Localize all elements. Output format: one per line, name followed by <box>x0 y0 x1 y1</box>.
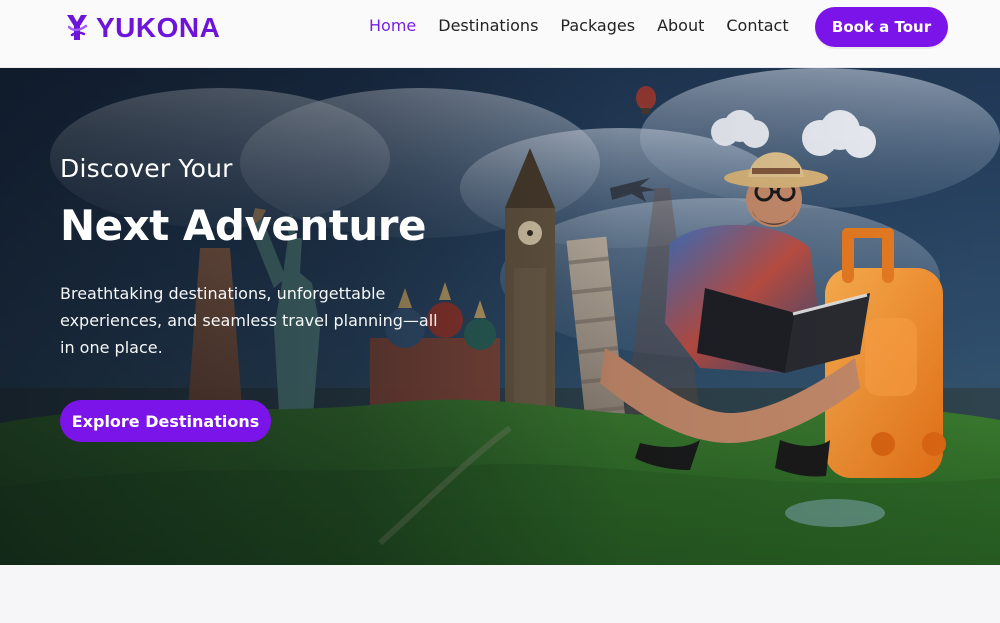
hero-subtitle: Discover Your <box>60 154 233 183</box>
nav-item-contact[interactable]: Contact <box>726 16 788 36</box>
hero-description: Breathtaking destinations, unforgettable… <box>60 284 438 357</box>
nav-item-about[interactable]: About <box>657 16 704 36</box>
nav-item-home[interactable]: Home <box>369 16 416 36</box>
hero-title: Next Adventure <box>60 201 426 250</box>
brand-name: YUKONA <box>96 12 221 43</box>
hero-section: Discover Your Next Adventure Breathtakin… <box>0 68 1000 565</box>
book-tour-button[interactable]: Book a Tour <box>815 7 948 47</box>
main-nav: Home Destinations Packages About Contact <box>369 16 789 36</box>
brand-logo[interactable]: YUKONA <box>64 10 220 46</box>
nav-item-destinations[interactable]: Destinations <box>438 16 538 36</box>
yukona-logo-icon <box>67 15 88 40</box>
explore-destinations-button[interactable]: Explore Destinations <box>60 400 271 442</box>
hero-content: Discover Your Next Adventure Breathtakin… <box>60 154 480 361</box>
site-header: YUKONA Home Destinations Packages About … <box>0 0 1000 68</box>
below-hero-section <box>0 565 1000 623</box>
nav-item-packages[interactable]: Packages <box>560 16 635 36</box>
